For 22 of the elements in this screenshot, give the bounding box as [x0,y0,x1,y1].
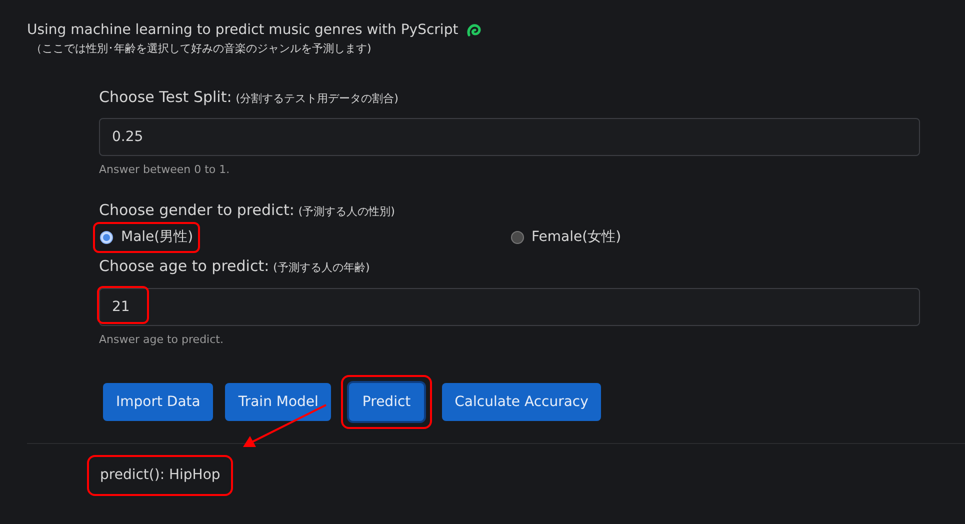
logo-icon [466,22,482,38]
radio-icon [100,231,113,244]
page-title: Using machine learning to predict music genres with PyScript [27,21,458,40]
action-button[interactable]: Calculate Accuracy [442,383,602,421]
label-note: (予測する人の性別) [298,204,395,220]
age-field[interactable]: 21 [99,288,920,326]
radio-option[interactable]: Male(男性) [93,222,200,253]
field-hint: Answer between 0 to 1. [99,162,231,178]
action-button[interactable]: Train Model [225,383,332,421]
test-split-field[interactable]: 0.25 [99,118,920,156]
result-text: predict(): HipHop [87,455,234,496]
field-label: Choose Test Split: [99,86,232,108]
label-note: (分割するテスト用データの割合) [236,90,398,106]
field-hint: Answer age to predict. [99,332,224,348]
radio-icon [510,231,524,244]
page-subtitle: （ここでは性別･年齢を選択して好みの音楽のジャンルを予測します) [31,41,372,57]
field-label: Choose age to predict: [99,256,270,277]
action-button[interactable]: Predict [349,383,424,421]
radio-option[interactable]: Female(女性) [504,222,628,253]
field-label: Choose gender to predict: [99,200,294,220]
label-note: (予測する人の年齢) [273,260,370,276]
action-button[interactable]: Import Data [103,383,214,421]
